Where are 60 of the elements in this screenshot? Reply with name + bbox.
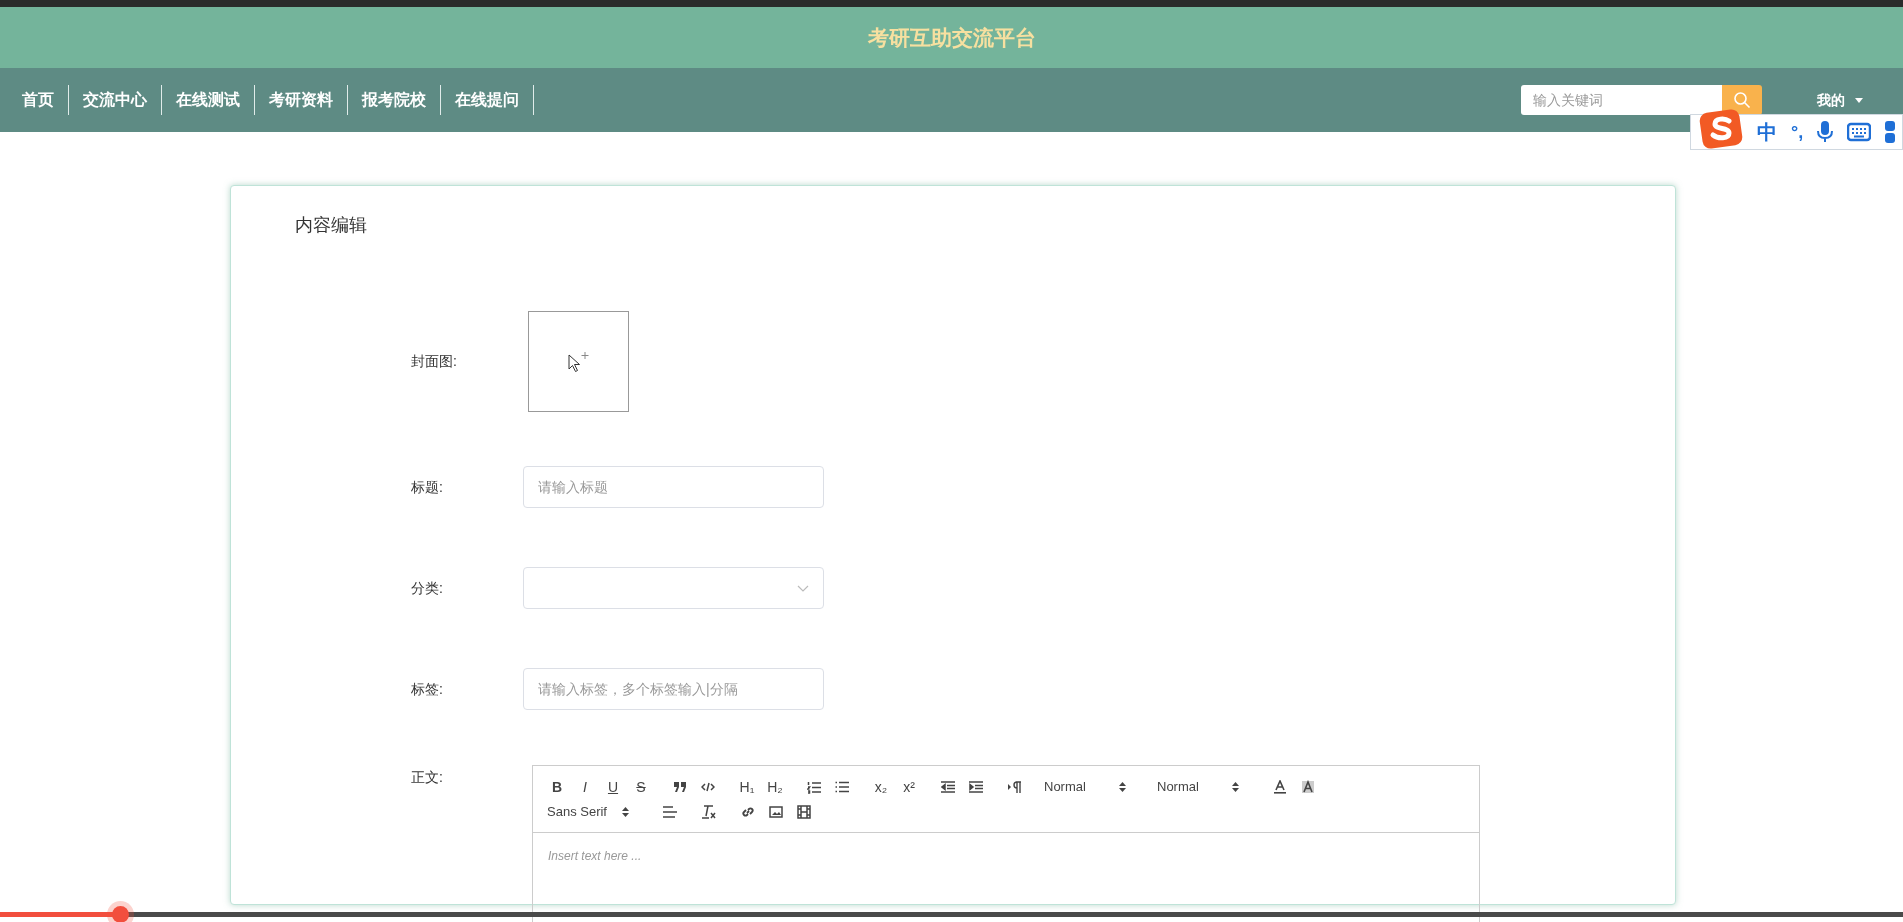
sort-arrows-icon [622,807,629,817]
format-dropdown[interactable]: Sans Serif [545,800,643,824]
nav-link[interactable]: 首页 [8,85,69,115]
video-progress-bar[interactable] [0,912,1903,917]
text-color-icon [1273,780,1287,794]
nav-link[interactable]: 在线提问 [441,85,534,115]
bold-button[interactable]: B [545,775,569,799]
search-icon [1733,91,1751,109]
clear-format-icon [701,805,717,819]
quote-icon [673,781,687,793]
input-field[interactable]: 请输入标题 [523,466,824,508]
grid-icon[interactable] [1885,121,1896,143]
editor-placeholder: Insert text here ... [548,849,642,863]
input-field[interactable]: 请输入标签，多个标签输入|分隔 [523,668,824,710]
nav-link[interactable]: 考研资料 [255,85,348,115]
strikethrough-button[interactable]: S [629,775,653,799]
nav-link[interactable]: 报考院校 [348,85,441,115]
bullet-list-icon [835,781,849,793]
site-title: 考研互助交流平台 [867,24,1036,51]
numbered-list-icon [807,780,821,794]
nav-link[interactable]: 在线测试 [162,85,255,115]
format-dropdown[interactable]: Normal [1155,775,1253,799]
sort-arrows-icon [1232,782,1239,792]
highlight-icon [1301,780,1315,794]
ime-mode-toggle[interactable]: 中 [1757,117,1777,147]
field-label: 标题: [411,477,444,497]
align-left-icon [663,806,677,818]
field-label: 封面图: [411,352,458,371]
underline-button[interactable]: U [601,775,625,799]
user-menu[interactable]: 我的 [1817,89,1863,111]
sort-arrows-icon [1119,782,1126,792]
script-button[interactable]: x² [897,775,921,799]
ime-logo-icon[interactable] [1699,109,1743,149]
image-icon [769,806,783,818]
field-label: 分类: [411,578,444,598]
script-button[interactable]: x₂ [869,775,893,799]
outdent-icon [941,781,955,793]
punctuation-toggle[interactable]: °, [1791,118,1804,146]
indent-icon [969,781,983,793]
paragraph-direction-icon [1008,781,1022,793]
card-title: 内容编辑 [295,215,367,235]
keyboard-icon[interactable] [1847,122,1872,142]
caret-icon [1855,97,1863,103]
field-label: 标签: [411,679,444,699]
cursor-plus-icon [567,350,590,373]
field-label: 正文: [411,768,444,787]
heading-button[interactable]: H₂ [763,775,787,799]
search-button[interactable] [1722,85,1762,115]
microphone-icon[interactable] [1817,120,1834,144]
progress-handle[interactable] [111,906,129,922]
film-icon [797,805,811,819]
heading-button[interactable]: H₁ [735,775,759,799]
code-icon [701,782,715,792]
cover-upload-box[interactable] [528,311,629,412]
format-dropdown[interactable]: Normal [1042,775,1140,799]
link-icon [741,805,755,819]
nav-link[interactable]: 交流中心 [69,85,162,115]
search-field[interactable]: 输入关键词 [1521,85,1722,115]
chevron-down-icon [797,584,809,592]
italic-button[interactable]: I [573,775,597,799]
